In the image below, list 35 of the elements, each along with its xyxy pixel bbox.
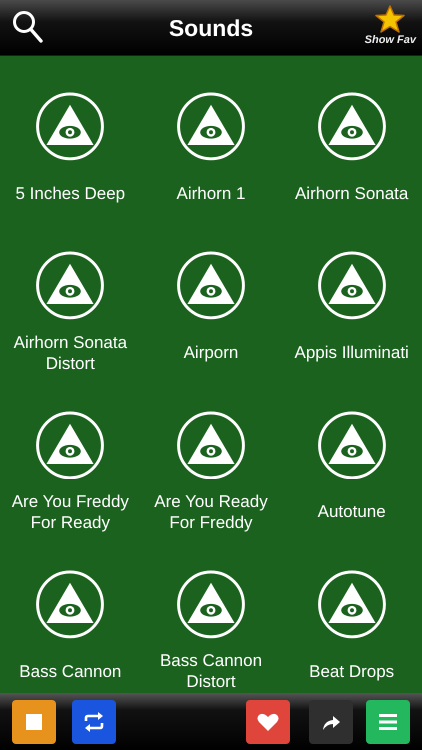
sound-button[interactable]: Beat Drops (281, 534, 422, 693)
eye-pyramid-icon (35, 570, 106, 639)
star-icon (375, 5, 406, 33)
share-button[interactable] (309, 700, 353, 744)
menu-button[interactable] (366, 700, 410, 744)
eye-pyramid-icon (176, 251, 246, 320)
eye-pyramid-icon (316, 92, 387, 161)
search-icon (12, 10, 44, 44)
sound-button[interactable]: Appis Illuminati (281, 215, 422, 374)
sound-button[interactable]: Airhorn Sonata (281, 56, 422, 215)
eye-pyramid-icon (35, 410, 106, 480)
repeat-button[interactable] (72, 700, 116, 744)
sound-button[interactable]: 5 Inches Deep (0, 56, 141, 215)
repeat-icon (82, 710, 106, 734)
sound-button[interactable]: Are You Freddy For Ready (0, 374, 141, 534)
show-fav-button[interactable]: Show Fav (364, 5, 416, 46)
sound-button[interactable]: Bass Cannon Distort (140, 534, 282, 693)
sound-button[interactable]: Airhorn Sonata Distort (0, 215, 141, 374)
eye-pyramid-icon (35, 251, 106, 320)
eye-pyramid-icon (316, 570, 387, 639)
favorite-button[interactable] (246, 700, 290, 744)
stop-button[interactable] (12, 700, 56, 744)
eye-pyramid-icon (316, 251, 387, 320)
eye-pyramid-icon (176, 92, 246, 161)
sound-button[interactable]: Airporn (140, 215, 282, 374)
sound-button[interactable]: Autotune (281, 374, 422, 534)
eye-pyramid-icon (316, 410, 387, 480)
screen-title: Sounds (168, 14, 254, 43)
eye-pyramid-icon (176, 410, 246, 480)
eye-pyramid-icon (35, 92, 106, 161)
search-button[interactable] (12, 10, 44, 44)
sound-button[interactable]: Airhorn 1 (140, 56, 282, 215)
sound-button[interactable]: Bass Cannon (0, 534, 141, 693)
eye-pyramid-icon (176, 570, 246, 639)
sound-button[interactable]: Are You Ready For Freddy (140, 374, 282, 534)
